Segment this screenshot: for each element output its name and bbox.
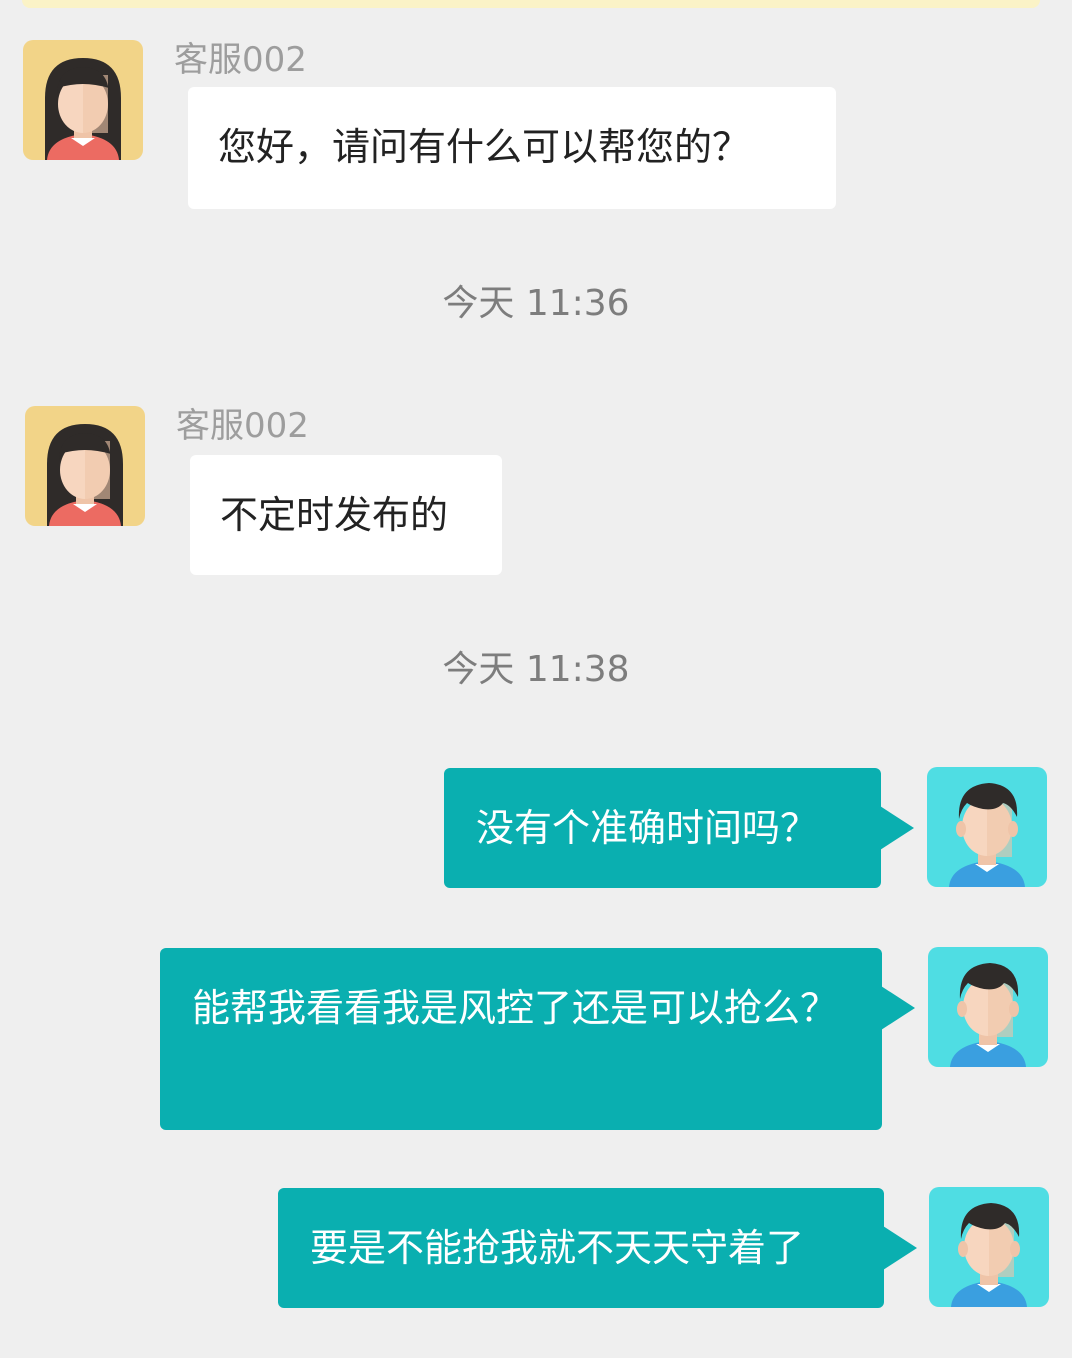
agent-message-bubble[interactable]: 不定时发布的 <box>190 455 502 575</box>
timestamp: 今天 11:36 <box>442 283 630 324</box>
agent-name: 客服002 <box>174 40 307 80</box>
agent-name: 客服002 <box>176 406 309 446</box>
message-text: 不定时发布的 <box>220 493 449 537</box>
user-message-bubble[interactable]: 能帮我看看我是风控了还是可以抢么？ <box>160 948 915 1130</box>
user-avatar-icon[interactable] <box>927 767 1047 887</box>
user-avatar-icon[interactable] <box>929 1187 1049 1307</box>
agent-avatar-icon[interactable] <box>25 406 145 526</box>
user-message-bubble[interactable]: 要是不能抢我就不天天守着了 <box>278 1188 917 1308</box>
message-text: 没有个准确时间吗？ <box>476 806 819 850</box>
agent-message-bubble[interactable]: 您好，请问有什么可以帮您的？ <box>188 87 836 209</box>
message-text: 您好，请问有什么可以帮您的？ <box>218 125 751 169</box>
message-text: 要是不能抢我就不天天守着了 <box>310 1226 805 1270</box>
timestamp: 今天 11:38 <box>442 649 630 690</box>
message-text: 能帮我看看我是风控了还是可以抢么？ <box>192 986 839 1030</box>
bubble-tail <box>881 986 915 1030</box>
bubble-tail <box>883 1226 917 1270</box>
previous-message-strip <box>22 0 1040 8</box>
user-message-bubble[interactable]: 没有个准确时间吗？ <box>444 768 914 888</box>
agent-avatar-icon[interactable] <box>23 40 143 160</box>
user-avatar-icon[interactable] <box>928 947 1048 1067</box>
bubble-tail <box>880 806 914 850</box>
